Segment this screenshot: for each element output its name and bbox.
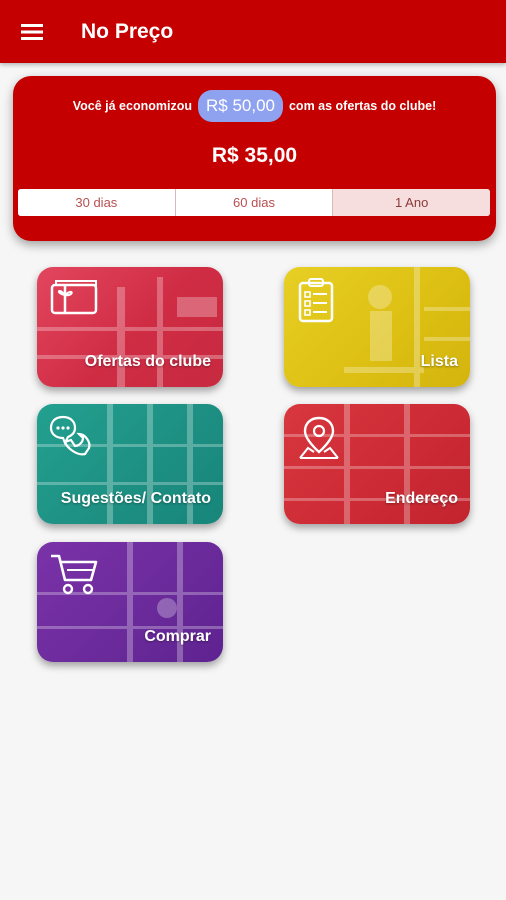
period-tab-1-year[interactable]: 1 Ano <box>333 189 490 216</box>
map-pin-icon <box>299 416 339 459</box>
chat-phone-icon <box>49 415 91 456</box>
period-tab-60-days[interactable]: 60 dias <box>175 189 334 216</box>
savings-prefix: Você já economizou <box>72 99 192 113</box>
shopping-cart-icon <box>51 554 98 595</box>
gift-card-icon <box>50 280 98 315</box>
tile-endereco[interactable]: Endereço <box>284 404 470 524</box>
tile-sugestoes-contato[interactable]: Sugestões/ Contato <box>37 404 223 524</box>
tile-label: Lista <box>420 353 458 370</box>
menu-button[interactable] <box>0 0 64 63</box>
tile-label: Comprar <box>144 628 211 645</box>
tile-ofertas-do-clube[interactable]: Ofertas do clube <box>37 267 223 387</box>
period-selector: 30 dias 60 dias 1 Ano <box>18 189 490 216</box>
tile-label: Endereço <box>385 490 458 507</box>
tile-label: Ofertas do clube <box>84 353 211 370</box>
savings-suffix: com as ofertas do clube! <box>288 99 437 113</box>
tile-label: Sugestões/ Contato <box>60 490 211 507</box>
app-title: No Preço <box>81 19 174 43</box>
period-tab-30-days[interactable]: 30 dias <box>18 189 176 216</box>
tile-comprar[interactable]: Comprar <box>37 542 223 662</box>
app-bar: No Preço <box>0 0 506 63</box>
tile-lista[interactable]: Lista <box>284 267 470 387</box>
savings-total: R$ 35,00 <box>211 144 298 167</box>
saved-amount-badge: R$ 50,00 <box>197 90 283 122</box>
savings-card: Você já economizou R$ 50,00 com as ofert… <box>13 76 496 241</box>
hamburger-menu-icon <box>21 23 43 40</box>
clipboard-list-icon <box>298 278 334 323</box>
savings-summary: Você já economizou R$ 50,00 com as ofert… <box>13 90 496 122</box>
